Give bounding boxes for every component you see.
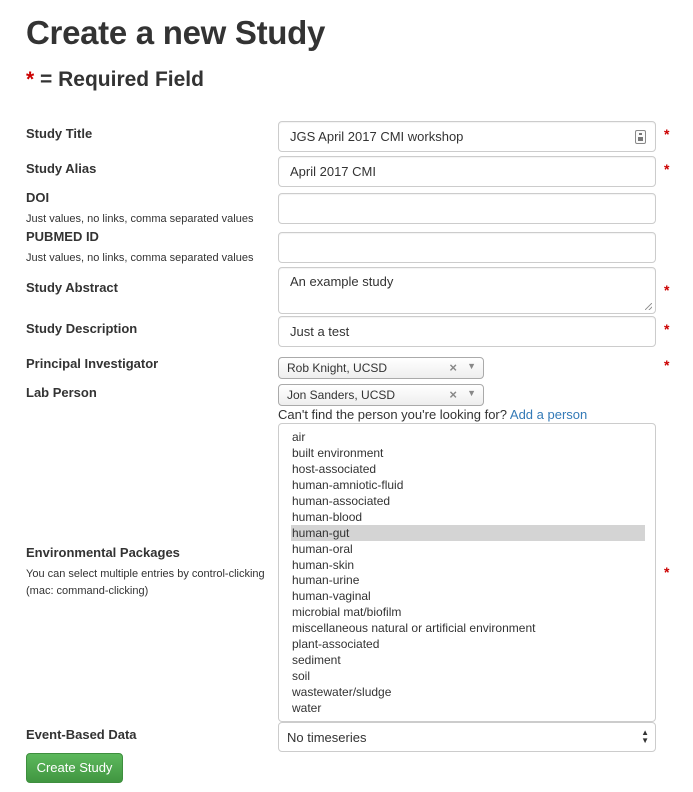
- study-description-required-star: *: [664, 321, 670, 337]
- chevron-down-icon[interactable]: ▼: [467, 361, 476, 371]
- principal-investigator-select[interactable]: Rob Knight, UCSD × ▼: [278, 357, 484, 379]
- study-title-value: JGS April 2017 CMI workshop: [290, 129, 464, 144]
- environmental-package-option[interactable]: air: [291, 429, 645, 445]
- principal-investigator-label: Principal Investigator: [26, 356, 159, 371]
- environmental-package-option[interactable]: built environment: [291, 445, 645, 461]
- person-help-text: Can't find the person you're looking for…: [278, 407, 587, 422]
- environmental-package-option[interactable]: sediment: [291, 652, 645, 668]
- doi-help: Just values, no links, comma separated v…: [26, 213, 254, 225]
- clear-selection-icon[interactable]: ×: [449, 360, 457, 375]
- environmental-package-option[interactable]: human-amniotic-fluid: [291, 477, 645, 493]
- event-based-data-label: Event-Based Data: [26, 727, 137, 742]
- resize-grip-icon[interactable]: [645, 303, 652, 310]
- environmental-package-option[interactable]: water: [291, 700, 645, 716]
- add-person-link[interactable]: Add a person: [510, 407, 587, 422]
- study-abstract-required-star: *: [664, 282, 670, 298]
- study-alias-input[interactable]: April 2017 CMI: [278, 156, 656, 187]
- environmental-package-option[interactable]: human-gut: [291, 524, 645, 541]
- pubmed-id-help: Just values, no links, comma separated v…: [26, 252, 254, 264]
- pubmed-id-label: PUBMED ID: [26, 229, 99, 244]
- clear-selection-icon[interactable]: ×: [449, 387, 457, 402]
- required-legend: * = Required Field: [26, 68, 204, 92]
- principal-investigator-required-star: *: [664, 357, 670, 373]
- study-description-label: Study Description: [26, 321, 138, 336]
- doi-label: DOI: [26, 190, 50, 205]
- study-abstract-value: An example study: [290, 274, 394, 289]
- study-abstract-label: Study Abstract: [26, 280, 118, 295]
- study-title-label: Study Title: [26, 126, 93, 141]
- lab-person-label: Lab Person: [26, 385, 97, 400]
- study-description-input[interactable]: Just a test: [278, 316, 656, 347]
- required-legend-text: = Required Field: [34, 68, 204, 91]
- study-alias-label: Study Alias: [26, 161, 97, 176]
- create-study-page: Create a new Study * = Required Field St…: [0, 0, 693, 792]
- environmental-packages-listbox[interactable]: air built environment host-associated human…: [278, 423, 656, 722]
- environmental-package-option[interactable]: human-urine: [291, 572, 645, 588]
- environmental-package-option[interactable]: human-blood: [291, 509, 645, 525]
- event-based-data-value: No timeseries: [287, 730, 367, 745]
- environmental-packages-required-star: *: [664, 564, 670, 580]
- environmental-package-option[interactable]: human-oral: [291, 541, 645, 557]
- environmental-packages-help-1: You can select multiple entries by contr…: [26, 568, 265, 580]
- principal-investigator-value: Rob Knight, UCSD: [287, 361, 388, 375]
- required-legend-star: *: [26, 68, 35, 91]
- lab-person-select[interactable]: Jon Sanders, UCSD × ▼: [278, 384, 484, 406]
- study-alias-value: April 2017 CMI: [290, 164, 376, 179]
- environmental-packages-label: Environmental Packages: [26, 545, 180, 560]
- page-title: Create a new Study: [26, 14, 326, 51]
- password-manager-icon[interactable]: [635, 130, 646, 144]
- environmental-packages-help-2: (mac: command-clicking): [26, 585, 149, 597]
- event-based-data-select[interactable]: No timeseries ▲ ▼: [278, 722, 656, 752]
- environmental-package-option[interactable]: human-vaginal: [291, 588, 645, 604]
- environmental-package-option[interactable]: host-associated: [291, 461, 645, 477]
- environmental-package-option[interactable]: plant-associated: [291, 636, 645, 652]
- updown-arrows-icon: ▲ ▼: [641, 728, 649, 745]
- environmental-package-option[interactable]: human-associated: [291, 493, 645, 509]
- create-study-button[interactable]: Create Study: [26, 753, 123, 783]
- lab-person-value: Jon Sanders, UCSD: [287, 388, 396, 402]
- doi-input[interactable]: [278, 193, 656, 224]
- environmental-package-option[interactable]: human-skin: [291, 557, 645, 573]
- chevron-down-icon[interactable]: ▼: [467, 388, 476, 398]
- person-help-message: Can't find the person you're looking for…: [278, 407, 507, 422]
- study-title-input[interactable]: JGS April 2017 CMI workshop: [278, 121, 656, 152]
- environmental-package-option[interactable]: soil: [291, 668, 645, 684]
- environmental-package-option[interactable]: wastewater/sludge: [291, 684, 645, 700]
- study-description-value: Just a test: [290, 324, 350, 339]
- environmental-package-option[interactable]: microbial mat/biofilm: [291, 604, 645, 620]
- study-abstract-textarea[interactable]: An example study: [278, 267, 656, 314]
- pubmed-id-input[interactable]: [278, 232, 656, 263]
- study-title-required-star: *: [664, 126, 670, 142]
- environmental-package-option[interactable]: miscellaneous natural or artificial envi…: [291, 620, 645, 636]
- study-alias-required-star: *: [664, 161, 670, 177]
